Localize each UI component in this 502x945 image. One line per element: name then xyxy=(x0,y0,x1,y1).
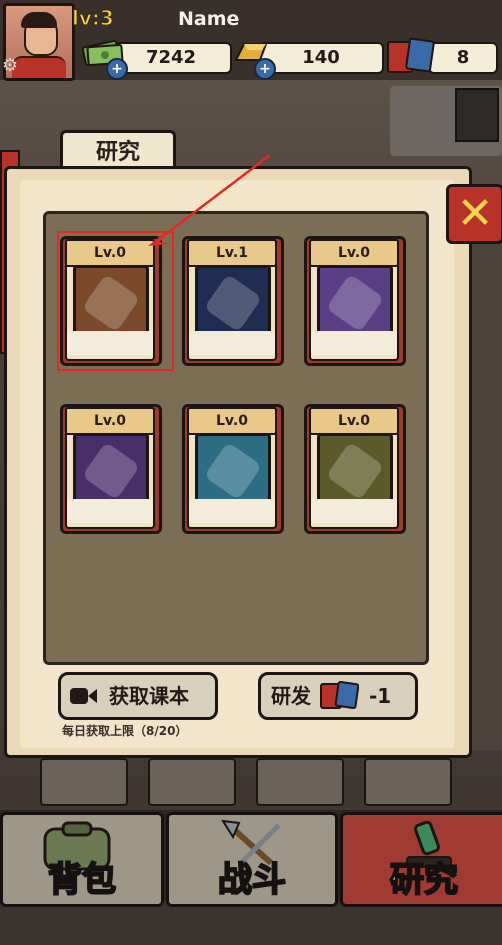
research-card[interactable]: Lv.0 xyxy=(60,404,162,534)
develop-label: 研发 xyxy=(271,684,311,708)
card-info-slot xyxy=(311,331,397,355)
level-badge: lv:3 xyxy=(71,5,114,30)
card-page: Lv.1 xyxy=(187,239,277,361)
log-icon xyxy=(73,433,149,509)
develop-cost: -1 xyxy=(369,684,392,708)
highlight-box xyxy=(57,231,174,371)
gold-counter: 140 xyxy=(258,42,384,74)
card-page: Lv.0 xyxy=(65,407,155,529)
avatar-shirt xyxy=(12,56,66,78)
decor-row xyxy=(40,758,460,806)
research-card[interactable]: Lv.0 xyxy=(182,404,284,534)
textbook-icon xyxy=(320,681,359,710)
develop-button[interactable]: 研发 -1 xyxy=(258,672,418,720)
stone-icon xyxy=(317,265,393,341)
close-button[interactable]: ✕ xyxy=(446,184,502,244)
card-page: Lv.0 xyxy=(309,407,399,529)
card-info-slot xyxy=(189,331,275,355)
card-info-slot xyxy=(67,499,153,523)
card-level-label: Lv.0 xyxy=(309,239,399,267)
textbook-icon xyxy=(387,38,435,73)
nav-research[interactable]: 研究 xyxy=(340,812,502,907)
nav-battle-label: 战斗 xyxy=(217,859,287,901)
card-info-slot xyxy=(311,499,397,523)
talisman-icon xyxy=(195,433,271,509)
decor-card xyxy=(148,758,236,806)
add-money-button[interactable]: + xyxy=(106,58,128,80)
nav-bag[interactable]: 背包 xyxy=(0,812,164,907)
card-level-label: Lv.0 xyxy=(187,407,277,435)
battery-icon xyxy=(195,265,271,341)
background-pillar xyxy=(470,230,502,750)
card-info-slot xyxy=(189,499,275,523)
background-radio xyxy=(455,88,499,142)
research-card[interactable]: Lv.0 xyxy=(304,236,406,366)
decor-card xyxy=(364,758,452,806)
decor-card xyxy=(256,758,344,806)
pointer-arrow xyxy=(148,154,271,246)
get-textbook-label: 获取课本 xyxy=(109,684,189,708)
research-card[interactable]: Lv.0 xyxy=(304,404,406,534)
get-textbook-button[interactable]: 获取课本 xyxy=(58,672,218,720)
textbook-counter: 8 xyxy=(428,42,498,74)
daily-quota-text: 每日获取上限（8/20） xyxy=(62,724,188,738)
nav-battle[interactable]: 战斗 xyxy=(166,812,338,907)
card-level-label: Lv.0 xyxy=(309,407,399,435)
decor-card xyxy=(40,758,128,806)
video-icon xyxy=(70,688,97,704)
research-card[interactable]: Lv.1 xyxy=(182,236,284,366)
card-level-label: Lv.0 xyxy=(65,407,155,435)
money-counter: 7242 xyxy=(110,42,232,74)
add-gold-button[interactable]: + xyxy=(254,58,276,80)
nav-research-label: 研究 xyxy=(389,859,459,901)
player-name: Name xyxy=(178,8,240,30)
nav-bag-label: 背包 xyxy=(47,859,117,901)
flashlight-icon xyxy=(317,433,393,509)
card-page: Lv.0 xyxy=(187,407,277,529)
avatar-hair xyxy=(21,12,57,28)
card-page: Lv.0 xyxy=(309,239,399,361)
gear-icon[interactable]: ⚙ xyxy=(0,56,20,76)
